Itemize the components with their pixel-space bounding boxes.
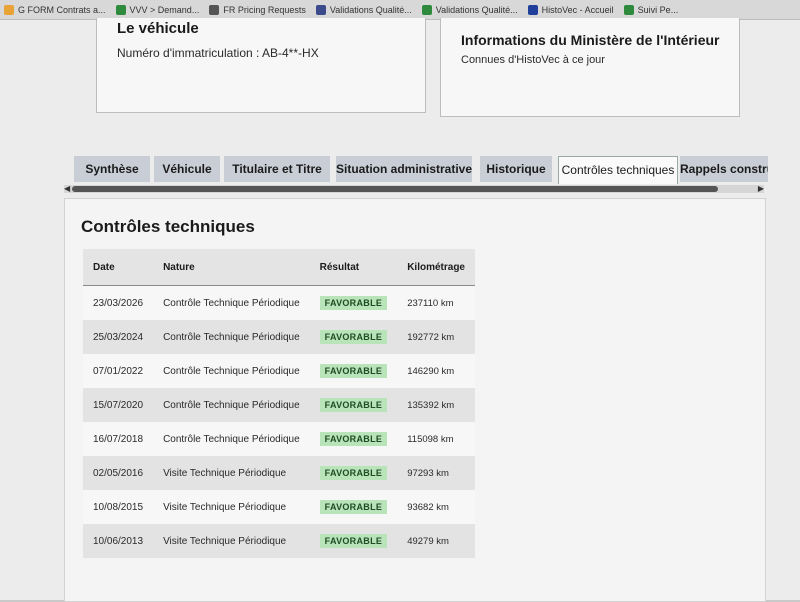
cell-nature: Visite Technique Périodique [153, 456, 310, 490]
flag-icon [527, 4, 538, 15]
tab-synth-se[interactable]: Synthèse [74, 156, 150, 182]
cell-result: FAVORABLE [309, 320, 398, 354]
cell-date: 15/07/2020 [83, 388, 154, 422]
tab-v-hicule[interactable]: Véhicule [154, 156, 220, 182]
cell-mileage: 115098 km [397, 422, 475, 456]
sheet-icon [421, 4, 432, 15]
bookmark-label: VVV > Demand... [129, 4, 200, 15]
bookmark-item[interactable]: Validations Qualité... [421, 4, 518, 15]
table-row: 10/08/2015 Visite Technique Périodique FAV… [83, 490, 475, 524]
doc-icon [315, 4, 326, 15]
bookmarks-bar: G FORM Contrats a... VVV > Demand... FR Pr… [0, 0, 800, 20]
ministry-card-subtitle: Connues d'HistoVec à ce jour [461, 54, 605, 66]
section-title: Contrôles techniques [81, 217, 255, 236]
cell-date: 23/03/2026 [83, 285, 154, 320]
cell-nature: Contrôle Technique Périodique [153, 285, 310, 320]
status-badge: FAVORABLE [319, 296, 388, 310]
cell-mileage: 49279 km [397, 524, 475, 558]
status-badge: FAVORABLE [319, 466, 388, 480]
bookmark-item[interactable]: Validations Qualité... [315, 4, 412, 15]
gform-icon [4, 4, 14, 15]
vehicle-card: Le véhicule Numéro d'immatriculation : A… [96, 18, 426, 113]
cell-nature: Contrôle Technique Périodique [153, 422, 310, 456]
status-badge: FAVORABLE [319, 534, 388, 548]
bookmark-item[interactable]: Suivi Pe... [623, 4, 679, 15]
cell-result: FAVORABLE [309, 285, 398, 320]
cell-nature: Contrôle Technique Périodique [153, 354, 310, 388]
tab-titulaire-et-titre[interactable]: Titulaire et Titre [224, 156, 330, 182]
table-row: 02/05/2016 Visite Technique Périodique FAV… [83, 456, 475, 490]
bookmark-label: Suivi Pe... [637, 4, 679, 15]
cell-date: 10/08/2015 [83, 490, 154, 524]
cell-result: FAVORABLE [309, 456, 398, 490]
table-row: 07/01/2022 Contrôle Technique Périodique F… [83, 354, 475, 388]
vehicle-card-title: Le véhicule [117, 20, 199, 37]
bookmark-label: G FORM Contrats a... [18, 4, 106, 15]
tab-contr-les-techniques[interactable]: Contrôles techniques [558, 156, 678, 184]
controls-panel: Contrôles techniques Date Nature Résulta… [64, 198, 766, 602]
tab-bar: Synthèse Véhicule Titulaire et Titre Situat… [74, 156, 768, 184]
bookmark-item[interactable]: FR Pricing Requests [209, 4, 306, 15]
sheet-icon [623, 4, 634, 15]
doc-icon [209, 4, 220, 15]
cell-nature: Visite Technique Périodique [153, 490, 310, 524]
cell-result: FAVORABLE [309, 422, 398, 456]
tab-scrollbar[interactable]: ◀ ▶ [64, 184, 764, 193]
table-row: 10/06/2013 Visite Technique Périodique FAV… [83, 524, 475, 558]
cell-mileage: 237110 km [397, 285, 475, 320]
cell-nature: Visite Technique Périodique [153, 524, 310, 558]
bookmark-item[interactable]: HistoVec - Accueil [527, 4, 614, 15]
cell-nature: Contrôle Technique Périodique [153, 388, 310, 422]
controls-table: Date Nature Résultat Kilométrage 23/03/2… [83, 249, 475, 558]
sheet-icon [115, 4, 126, 15]
ministry-card-title: Informations du Ministère de l'Intérieur [461, 32, 720, 48]
cell-result: FAVORABLE [309, 388, 398, 422]
cell-result: FAVORABLE [309, 524, 398, 558]
bookmark-label: Validations Qualité... [435, 4, 518, 15]
tab-rappels-constru[interactable]: Rappels constru [680, 156, 768, 182]
page: Le véhicule Numéro d'immatriculation : A… [0, 18, 800, 602]
plate-number: Numéro d'immatriculation : AB-4**-HX [117, 46, 319, 60]
cell-mileage: 192772 km [397, 320, 475, 354]
tab-historique[interactable]: Historique [480, 156, 552, 182]
cell-mileage: 93682 km [397, 490, 475, 524]
header-date: Date [83, 249, 154, 286]
status-badge: FAVORABLE [319, 398, 388, 412]
scroll-left-icon[interactable]: ◀ [64, 184, 70, 193]
cell-mileage: 146290 km [397, 354, 475, 388]
bookmark-label: FR Pricing Requests [223, 4, 306, 15]
cell-date: 25/03/2024 [83, 320, 154, 354]
scroll-thumb[interactable] [72, 186, 718, 192]
cell-result: FAVORABLE [309, 490, 398, 524]
tab-situation-administrative[interactable]: Situation administrative [336, 156, 472, 182]
table-row: 25/03/2024 Contrôle Technique Périodique F… [83, 320, 475, 354]
table-row: 15/07/2020 Contrôle Technique Périodique F… [83, 388, 475, 422]
header-nature: Nature [153, 249, 310, 286]
bookmark-item[interactable]: VVV > Demand... [115, 4, 200, 15]
scroll-right-icon[interactable]: ▶ [758, 184, 764, 193]
status-badge: FAVORABLE [319, 432, 388, 446]
header-result: Résultat [309, 249, 398, 286]
cell-mileage: 97293 km [397, 456, 475, 490]
cell-date: 07/01/2022 [83, 354, 154, 388]
table-row: 23/03/2026 Contrôle Technique Périodique F… [83, 285, 475, 320]
cell-nature: Contrôle Technique Périodique [153, 320, 310, 354]
cell-date: 02/05/2016 [83, 456, 154, 490]
bookmark-label: Validations Qualité... [329, 4, 412, 15]
cell-mileage: 135392 km [397, 388, 475, 422]
header-mileage: Kilométrage [397, 249, 475, 286]
status-badge: FAVORABLE [319, 364, 388, 378]
status-badge: FAVORABLE [319, 330, 388, 344]
ministry-card: Informations du Ministère de l'Intérieur… [440, 18, 740, 117]
cell-date: 10/06/2013 [83, 524, 154, 558]
status-badge: FAVORABLE [319, 500, 388, 514]
bookmark-label: HistoVec - Accueil [541, 4, 614, 15]
bookmark-item[interactable]: G FORM Contrats a... [4, 4, 106, 15]
table-row: 16/07/2018 Contrôle Technique Périodique F… [83, 422, 475, 456]
cell-date: 16/07/2018 [83, 422, 154, 456]
cell-result: FAVORABLE [309, 354, 398, 388]
